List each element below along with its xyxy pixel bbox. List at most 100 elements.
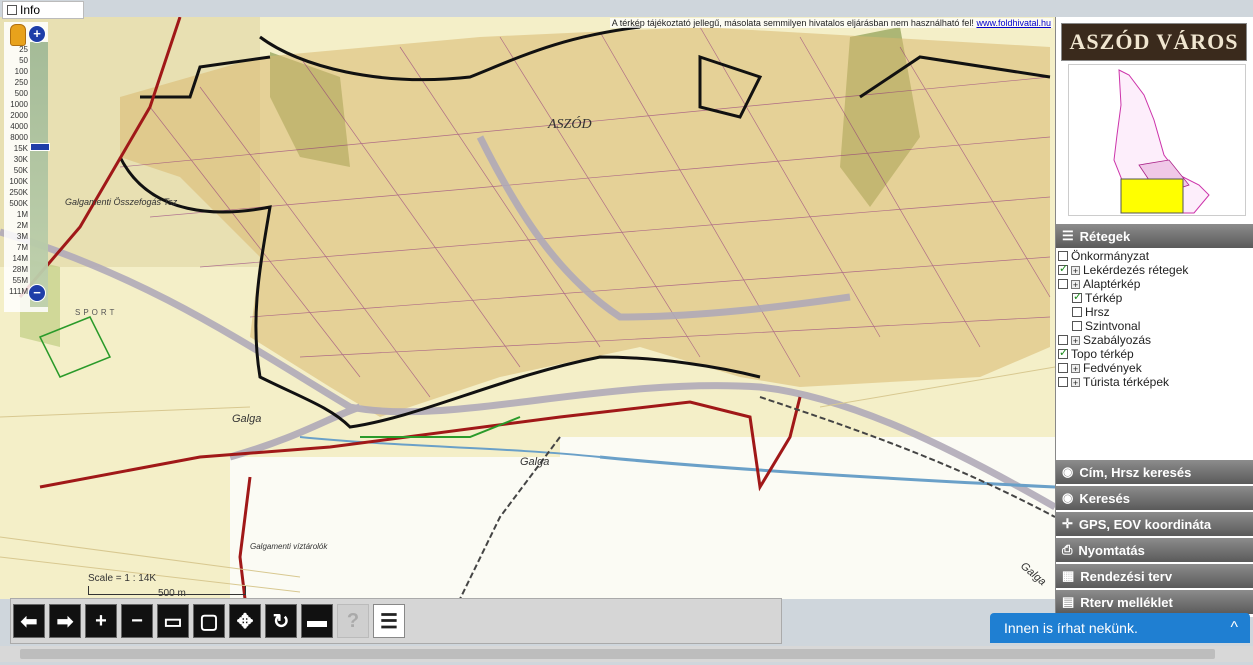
- section-rendez-si-terv[interactable]: ▦ Rendezési terv: [1056, 564, 1253, 588]
- layer-item[interactable]: + Fedvények: [1058, 361, 1188, 375]
- layers-header[interactable]: ☰ Rétegek: [1056, 224, 1253, 248]
- zoom-scale-label[interactable]: 111M: [4, 286, 28, 297]
- layer-item[interactable]: Térkép: [1058, 290, 1188, 305]
- layers-header-label: Rétegek: [1079, 228, 1131, 244]
- info-toggle[interactable]: Info: [2, 1, 84, 19]
- zoom-in-button[interactable]: +: [85, 604, 117, 638]
- layer-item[interactable]: Hrsz: [1058, 305, 1188, 319]
- layer-item[interactable]: + Túrista térképek: [1058, 375, 1188, 389]
- back-button[interactable]: ⬅: [13, 604, 45, 638]
- zoom-scale-label[interactable]: 500K: [4, 198, 28, 209]
- expand-icon[interactable]: +: [1071, 279, 1080, 289]
- zoom-scale-label[interactable]: 4000: [4, 121, 28, 132]
- section-nyomtat-s[interactable]: ⎙ Nyomtatás: [1056, 538, 1253, 562]
- help-button[interactable]: ?: [337, 604, 369, 638]
- layer-label: Szabályozás: [1083, 333, 1152, 347]
- layer-label: Szintvonal: [1085, 319, 1141, 333]
- svg-text:Galga: Galga: [232, 413, 261, 425]
- info-checkbox[interactable]: [7, 5, 17, 15]
- disclaimer-text: A térkép tájékoztató jellegű, másolata s…: [611, 18, 974, 28]
- section-label: Keresés: [1079, 490, 1130, 506]
- zoom-scale-label[interactable]: 8000: [4, 132, 28, 143]
- zoom-scale-label[interactable]: 250K: [4, 187, 28, 198]
- zoom-scale-label[interactable]: 7M: [4, 242, 28, 253]
- map-disclaimer: A térkép tájékoztató jellegű, másolata s…: [609, 18, 1053, 28]
- zoom-scale-label[interactable]: 1M: [4, 209, 28, 220]
- expand-icon[interactable]: +: [1071, 265, 1080, 275]
- layer-label: Önkormányzat: [1071, 249, 1150, 263]
- overview-viewport[interactable]: [1120, 178, 1184, 214]
- zoom-slider-handle[interactable]: [30, 143, 50, 151]
- measure-button[interactable]: ▬: [301, 604, 333, 638]
- svg-text:Galga: Galga: [520, 456, 549, 468]
- eye-icon: ◉: [1062, 464, 1074, 479]
- zoom-bar: + − 25 50 100 250 500 1000 2000 4000 8000 15K 30K 5…: [4, 22, 50, 312]
- zoom-box-button[interactable]: ▭: [157, 604, 189, 638]
- expand-icon[interactable]: +: [1071, 377, 1080, 387]
- expand-icon[interactable]: +: [1071, 335, 1080, 345]
- eye-icon: ◉: [1062, 490, 1074, 505]
- zoom-slider-track[interactable]: [30, 42, 48, 307]
- info-label: Info: [20, 3, 41, 17]
- zoom-scale-label[interactable]: 500: [4, 88, 28, 99]
- foldhivatal-link[interactable]: www.foldhivatal.hu: [976, 18, 1051, 28]
- layer-checkbox[interactable]: [1058, 377, 1068, 387]
- refresh-button[interactable]: ↻: [265, 604, 297, 638]
- zoom-scale-label[interactable]: 100K: [4, 176, 28, 187]
- zoom-scale-label[interactable]: 50: [4, 55, 28, 66]
- layer-checkbox[interactable]: [1058, 262, 1068, 275]
- zoom-scale-label[interactable]: 1000: [4, 99, 28, 110]
- layer-item[interactable]: +Lekérdezés rétegek: [1058, 262, 1188, 277]
- layer-item[interactable]: + Szabályozás: [1058, 333, 1188, 347]
- layer-checkbox[interactable]: [1058, 335, 1068, 345]
- layer-checkbox[interactable]: [1072, 290, 1082, 303]
- expand-icon[interactable]: +: [1071, 363, 1080, 373]
- zoom-scale-label[interactable]: 25: [4, 44, 28, 55]
- zoom-scale-label[interactable]: 2000: [4, 110, 28, 121]
- layer-checkbox[interactable]: [1058, 251, 1068, 261]
- zoom-scale-label[interactable]: 2M: [4, 220, 28, 231]
- zoom-plus-button[interactable]: +: [28, 25, 46, 43]
- zoom-scale-label[interactable]: 100: [4, 66, 28, 77]
- zoom-scale-labels: 25 50 100 250 500 1000 2000 4000 8000 15K 30K 50K 10…: [4, 44, 28, 297]
- forward-button[interactable]: ➡: [49, 604, 81, 638]
- layer-checkbox[interactable]: [1058, 346, 1068, 359]
- layer-item[interactable]: Topo térkép: [1058, 346, 1188, 361]
- zoom-scale-label[interactable]: 14M: [4, 253, 28, 264]
- layer-item[interactable]: Önkormányzat: [1058, 249, 1188, 263]
- section-keres-s[interactable]: ◉ Keresés: [1056, 486, 1253, 510]
- pan-button[interactable]: ✥: [229, 604, 261, 638]
- scrollbar-thumb[interactable]: [20, 649, 1215, 659]
- overview-map[interactable]: [1068, 64, 1246, 216]
- plan-icon: ▦: [1062, 568, 1075, 583]
- layer-checkbox[interactable]: [1058, 279, 1068, 289]
- zoom-scale-label[interactable]: 250: [4, 77, 28, 88]
- section-label: Nyomtatás: [1078, 542, 1145, 558]
- svg-text:Galgamenti Összefogás Tsz: Galgamenti Összefogás Tsz: [65, 197, 178, 207]
- layer-label: Alaptérkép: [1083, 277, 1141, 291]
- document-button[interactable]: ☰: [373, 604, 405, 638]
- zoom-out-button[interactable]: −: [121, 604, 153, 638]
- layer-item[interactable]: + Alaptérkép: [1058, 277, 1188, 291]
- horizontal-scrollbar[interactable]: [0, 646, 1253, 662]
- zoom-extent-button[interactable]: ▢: [193, 604, 225, 638]
- layer-checkbox[interactable]: [1072, 307, 1082, 317]
- svg-text:SPORT: SPORT: [75, 308, 117, 317]
- zoom-scale-label[interactable]: 3M: [4, 231, 28, 242]
- section-rterv-mell-klet[interactable]: ▤ Rterv melléklet: [1056, 590, 1253, 614]
- section-c-m-hrsz-keres-s[interactable]: ◉ Cím, Hrsz keresés: [1056, 460, 1253, 484]
- zoom-scale-label[interactable]: 50K: [4, 165, 28, 176]
- section-gps-eov-koordin-ta[interactable]: ✛ GPS, EOV koordináta: [1056, 512, 1253, 536]
- chat-widget[interactable]: Innen is írhat nekünk. ^: [990, 613, 1250, 643]
- zoom-scale-label[interactable]: 28M: [4, 264, 28, 275]
- map-canvas[interactable]: ASZÓD Galga Galga Galga Galgamenti Össze…: [0, 17, 1055, 599]
- zoom-scale-label[interactable]: 30K: [4, 154, 28, 165]
- chevron-up-icon: ^: [1230, 619, 1238, 636]
- zoom-scale-label[interactable]: 55M: [4, 275, 28, 286]
- pegman-icon[interactable]: [10, 24, 26, 46]
- zoom-minus-button[interactable]: −: [28, 284, 46, 302]
- layer-item[interactable]: Szintvonal: [1058, 319, 1188, 333]
- layer-checkbox[interactable]: [1058, 363, 1068, 373]
- zoom-scale-label[interactable]: 15K: [4, 143, 28, 154]
- layer-checkbox[interactable]: [1072, 321, 1082, 331]
